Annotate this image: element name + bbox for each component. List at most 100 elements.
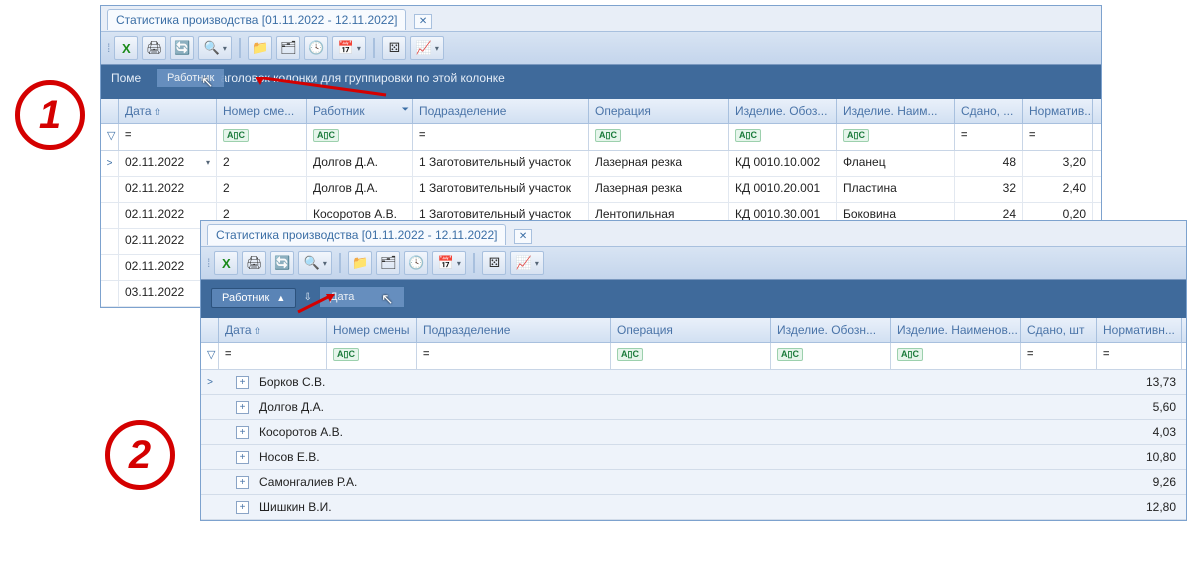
header-norm[interactable]: Норматив... (1023, 99, 1093, 123)
group-row[interactable]: +Носов Е.В.10,80 (201, 445, 1186, 470)
expand-button[interactable]: + (236, 451, 249, 464)
group-label: Шишкин В.И. (255, 500, 1146, 514)
header-op[interactable]: Операция (589, 99, 729, 123)
print-button[interactable]: 🖨 (242, 251, 266, 275)
grid-body: >+Борков С.В.13,73+Долгов Д.А.5,60+Косор… (201, 370, 1186, 520)
table-row[interactable]: 02.11.20222Долгов Д.А.1 Заготовительный … (101, 177, 1101, 203)
group-sum-norm: 4,03 (1153, 425, 1186, 439)
header-norm[interactable]: Нормативн... (1097, 318, 1182, 342)
header-op[interactable]: Операция (611, 318, 771, 342)
filter-prodname[interactable]: A▯C (891, 343, 1021, 369)
print-icon: 🖨 (246, 255, 263, 271)
group-row[interactable]: +Косоротов А.В.4,03 (201, 420, 1186, 445)
filter-shift[interactable]: A▯C (327, 343, 417, 369)
cell-date[interactable]: 02.11.2022 (119, 177, 217, 202)
header-prodname[interactable]: Изделие. Наим... (837, 99, 955, 123)
filter-date[interactable]: = (219, 343, 327, 369)
search-button[interactable]: 🔍 (298, 251, 332, 275)
tab-stats[interactable]: Статистика производства [01.11.2022 - 12… (107, 9, 406, 30)
expand-button[interactable]: + (236, 501, 249, 514)
search-button[interactable]: 🔍 (198, 36, 232, 60)
docs-button[interactable]: 🗂 (276, 36, 300, 60)
chart-button[interactable]: 📈 (510, 251, 544, 275)
group-row[interactable]: +Шишкин В.И.12,80 (201, 495, 1186, 520)
tab-stats[interactable]: Статистика производства [01.11.2022 - 12… (207, 224, 506, 245)
filter-dept[interactable]: = (417, 343, 611, 369)
refresh-button[interactable]: 🔄 (170, 36, 194, 60)
group-label: Долгов Д.А. (255, 400, 1153, 414)
filter-prodcode[interactable]: A▯C (729, 124, 837, 150)
filter-norm[interactable]: = (1023, 124, 1093, 150)
funnel-icon: ▽ (207, 348, 215, 361)
header-date[interactable]: Дата⇧ (119, 99, 217, 123)
header-dept[interactable]: Подразделение (417, 318, 611, 342)
header-date[interactable]: Дата⇧ (219, 318, 327, 342)
dots-button[interactable]: ⚄ (382, 36, 406, 60)
row-indicator (201, 503, 219, 511)
filter-done[interactable]: = (955, 124, 1023, 150)
header-prodcode[interactable]: Изделие. Обоз... (729, 99, 837, 123)
folder-icon: 📁 (352, 255, 368, 271)
dots-button[interactable]: ⚄ (482, 251, 506, 275)
cell-date[interactable]: 02.11.2022▾ (119, 151, 217, 176)
group-hint-left: Поме (111, 71, 141, 85)
docs-icon: 🗂 (280, 40, 297, 56)
tab-close-button[interactable]: ✕ (514, 229, 532, 244)
table-row[interactable]: >02.11.2022▾2Долгов Д.А.1 Заготовительны… (101, 151, 1101, 177)
header-done[interactable]: Сдано, ... (955, 99, 1023, 123)
red-arrow-1 (256, 77, 396, 99)
header-dept[interactable]: Подразделение (413, 99, 589, 123)
filter-indicator: ▽ (201, 343, 219, 369)
header-prodcode[interactable]: Изделие. Обозн... (771, 318, 891, 342)
calendar-button[interactable]: 📅 (432, 251, 466, 275)
group-row[interactable]: +Долгов Д.А.5,60 (201, 395, 1186, 420)
group-panel[interactable]: Поме Работник аголовок колонки для групп… (101, 65, 1101, 99)
filter-prodname[interactable]: A▯C (837, 124, 955, 150)
folder-button[interactable]: 📁 (348, 251, 372, 275)
print-button[interactable]: 🖨 (142, 36, 166, 60)
group-panel[interactable]: Работник ▲ ⇩ Дата ↖ (201, 280, 1186, 318)
annotation-num-1: 1 (39, 93, 61, 138)
docs-button[interactable]: 🗂 (376, 251, 400, 275)
filter-op[interactable]: A▯C (589, 124, 729, 150)
dropdown-icon[interactable]: ▾ (206, 158, 210, 167)
cell-dept: 1 Заготовительный участок (413, 151, 589, 176)
group-row[interactable]: >+Борков С.В.13,73 (201, 370, 1186, 395)
header-shift[interactable]: Номер смены (327, 318, 417, 342)
print-icon: 🖨 (146, 40, 163, 56)
excel-button[interactable]: X (114, 36, 138, 60)
header-prodname[interactable]: Изделие. Наименов... (891, 318, 1021, 342)
filter-shift[interactable]: A▯C (217, 124, 307, 150)
group-indent: + (219, 476, 255, 489)
clock-icon: 🕓 (408, 255, 424, 271)
header-done[interactable]: Сдано, шт (1021, 318, 1097, 342)
filter-prodcode[interactable]: A▯C (771, 343, 891, 369)
clock-button[interactable]: 🕓 (404, 251, 428, 275)
filter-norm[interactable]: = (1097, 343, 1182, 369)
tab-close-button[interactable]: ✕ (414, 14, 432, 29)
filter-done[interactable]: = (1021, 343, 1097, 369)
filter-dept[interactable]: = (413, 124, 589, 150)
filter-worker[interactable]: A▯C (307, 124, 413, 150)
folder-button[interactable]: 📁 (248, 36, 272, 60)
excel-button[interactable]: X (214, 251, 238, 275)
cell-prodname: Пластина (837, 177, 955, 202)
header-worker[interactable]: Работник⏷ (307, 99, 413, 123)
expand-button[interactable]: + (236, 376, 249, 389)
filter-icon[interactable]: ⏷ (402, 104, 409, 115)
expand-button[interactable]: + (236, 426, 249, 439)
header-shift[interactable]: Номер сме... (217, 99, 307, 123)
chart-button[interactable]: 📈 (410, 36, 444, 60)
expand-button[interactable]: + (236, 401, 249, 414)
cell-prodcode: КД 0010.10.002 (729, 151, 837, 176)
annotation-circle-2: 2 (105, 420, 175, 490)
filter-date[interactable]: = (119, 124, 217, 150)
group-chip-worker[interactable]: Работник ▲ (211, 288, 296, 308)
filter-op[interactable]: A▯C (611, 343, 771, 369)
group-row[interactable]: +Самонгалиев Р.А.9,26 (201, 470, 1186, 495)
calendar-button[interactable]: 📅 (332, 36, 366, 60)
refresh-button[interactable]: 🔄 (270, 251, 294, 275)
clock-button[interactable]: 🕓 (304, 36, 328, 60)
row-indicator: > (101, 151, 119, 176)
expand-button[interactable]: + (236, 476, 249, 489)
